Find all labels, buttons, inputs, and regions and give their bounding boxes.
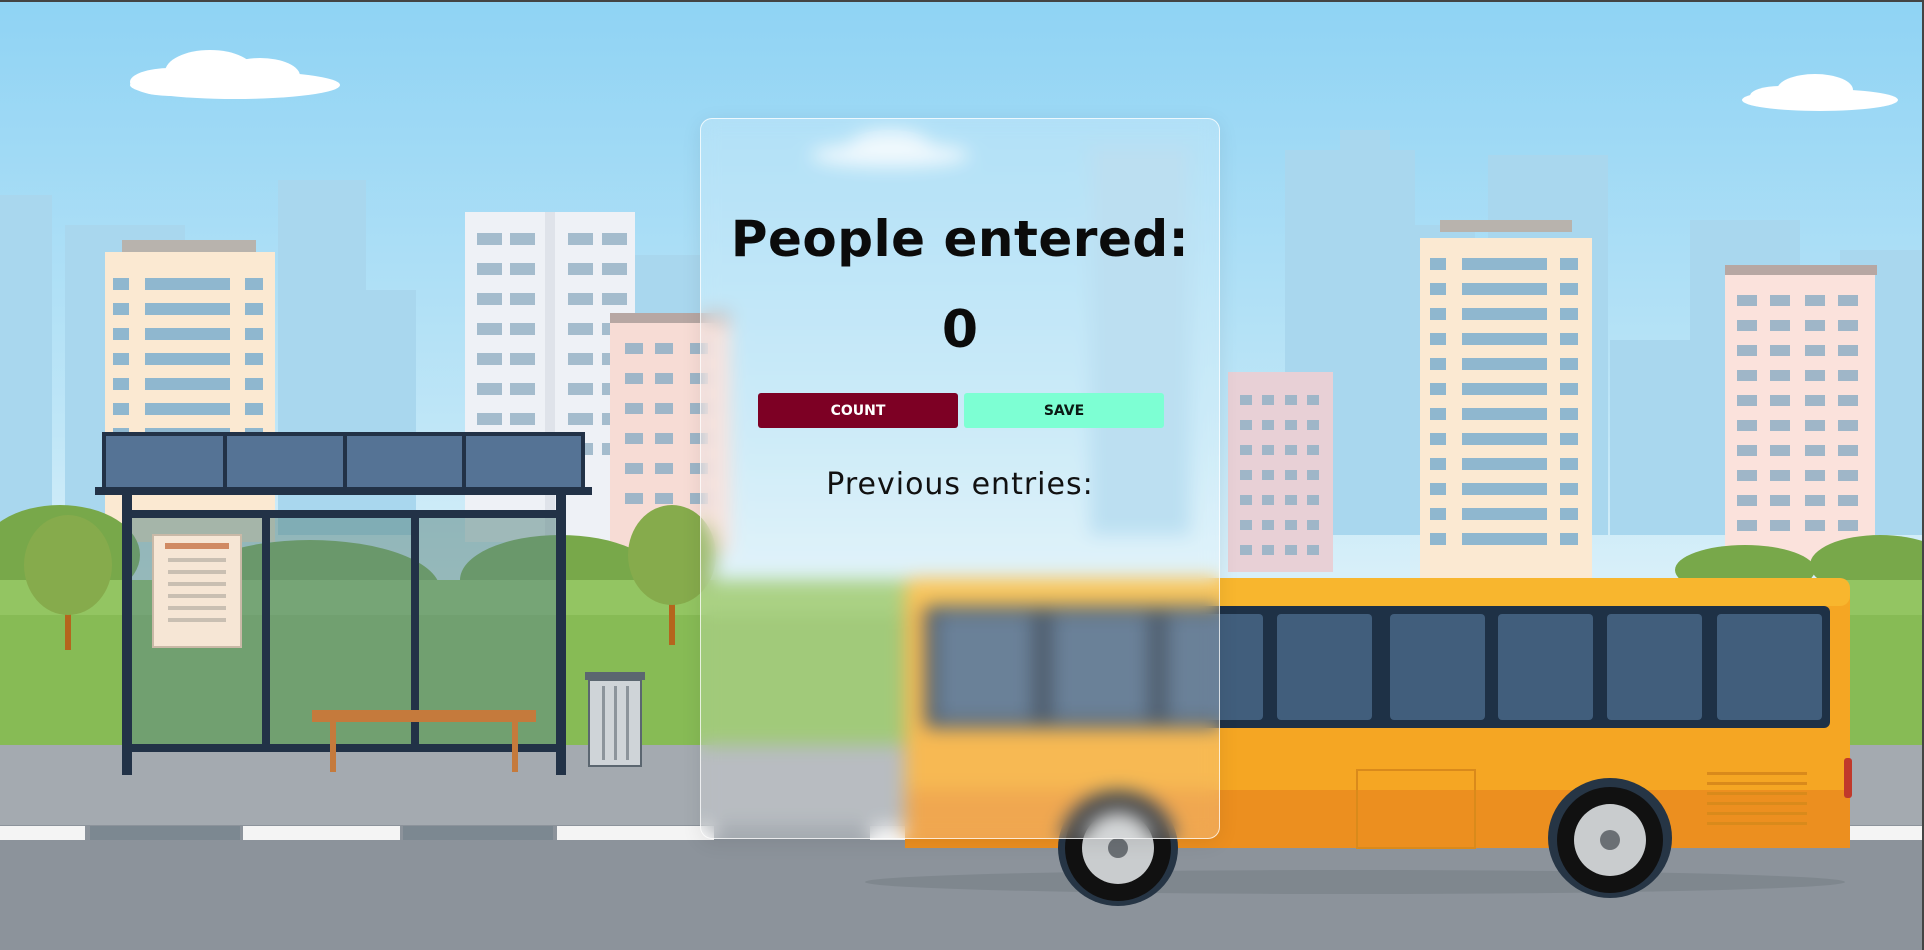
button-row: COUNT SAVE	[758, 393, 1164, 428]
building-cream-right	[1420, 220, 1592, 578]
people-entered-title: People entered:	[730, 210, 1190, 268]
save-button[interactable]: SAVE	[964, 393, 1164, 428]
count-button[interactable]: COUNT	[758, 393, 958, 428]
building-pink-right	[1725, 265, 1877, 575]
building-pink-center	[1228, 372, 1333, 572]
previous-entries-label: Previous entries:	[826, 467, 1094, 502]
bus-wheel-rear	[1548, 778, 1672, 898]
cloud-right	[1742, 74, 1898, 111]
bus-stop-shelter	[95, 432, 592, 775]
count-display: 0	[941, 300, 979, 360]
counter-card: People entered: 0 COUNT SAVE Previous en…	[700, 118, 1220, 839]
cloud-left	[130, 50, 340, 99]
window-top-border	[0, 0, 1924, 2]
trash-bin	[585, 672, 645, 767]
